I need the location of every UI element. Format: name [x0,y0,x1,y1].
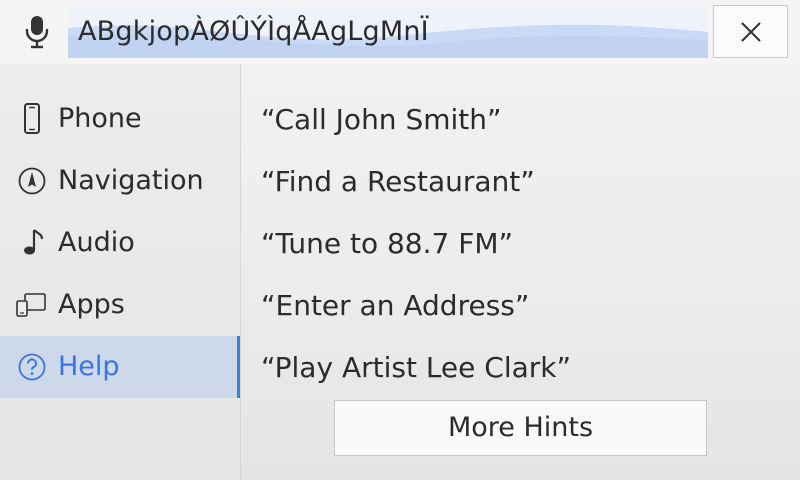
compass-icon [14,165,48,197]
more-hints-button[interactable]: More Hints [334,400,707,456]
sidebar-item-label: Phone [58,103,142,134]
sidebar-item-apps[interactable]: Apps [0,274,240,336]
sidebar-item-label: Apps [58,289,125,320]
hint-item[interactable]: “Play Artist Lee Clark” [261,350,571,386]
hint-item[interactable]: “Tune to 88.7 FM” [261,226,513,262]
hints-panel: “Call John Smith” “Find a Restaurant” “T… [241,64,800,480]
hint-item[interactable]: “Call John Smith” [261,102,502,138]
apps-icon [14,289,48,321]
sidebar-item-label: Audio [58,227,135,258]
category-sidebar: Phone Navigation Audio Apps Help [0,64,241,480]
voice-transcript-text: ABgkjopÀØÛÝÌqÅAgLgMnÏ [78,16,429,47]
voice-command-screen: ABgkjopÀØÛÝÌqÅAgLgMnÏ Phone Navigation A… [0,0,800,480]
close-icon [741,22,761,42]
hint-item[interactable]: “Find a Restaurant” [261,164,535,200]
sidebar-item-label: Help [58,351,120,382]
help-icon [14,351,48,383]
sidebar-item-help[interactable]: Help [0,336,240,398]
voice-transcript-field[interactable]: ABgkjopÀØÛÝÌqÅAgLgMnÏ [68,6,708,58]
music-note-icon [14,227,48,259]
voice-input-bar: ABgkjopÀØÛÝÌqÅAgLgMnÏ [0,0,800,64]
close-button[interactable] [713,5,788,58]
sidebar-item-label: Navigation [58,165,204,196]
sidebar-item-navigation[interactable]: Navigation [0,150,240,212]
microphone-icon[interactable] [22,14,52,50]
phone-icon [14,103,48,135]
sidebar-item-phone[interactable]: Phone [0,88,240,150]
hint-item[interactable]: “Enter an Address” [261,288,529,324]
sidebar-item-audio[interactable]: Audio [0,212,240,274]
